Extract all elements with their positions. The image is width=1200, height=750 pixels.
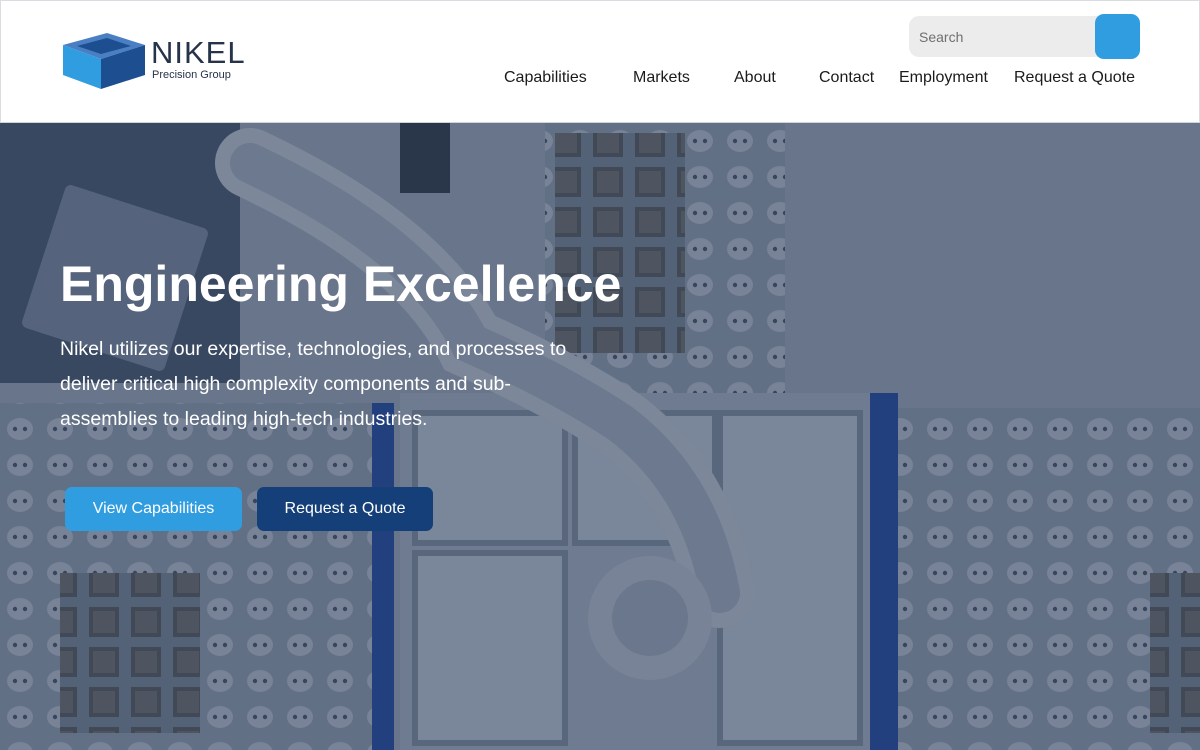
search-button[interactable] (1095, 14, 1140, 59)
search-box (909, 16, 1099, 57)
nav-item-about[interactable]: About (734, 69, 776, 87)
hero-description: Nikel utilizes our expertise, technologi… (60, 338, 567, 430)
nav-item-contact[interactable]: Contact (819, 69, 874, 87)
nav-item-employment[interactable]: Employment (899, 69, 988, 87)
nav-item-request-quote[interactable]: Request a Quote (1014, 69, 1135, 87)
search-input[interactable] (909, 16, 1099, 57)
view-capabilities-button[interactable]: View Capabilities (65, 487, 242, 531)
site-header: NIKEL Precision Group Capabilities Marke… (0, 0, 1200, 123)
nav-item-markets[interactable]: Markets (633, 69, 690, 87)
main-nav: Capabilities Markets About Contact Emplo… (1, 69, 1200, 91)
hero-section: Engineering Excellence Nikel utilizes ou… (0, 123, 1200, 750)
hero-title-light: Engineering (60, 256, 349, 312)
request-quote-button[interactable]: Request a Quote (257, 487, 433, 531)
hero-title-bold: Excellence (362, 256, 622, 312)
nav-item-capabilities[interactable]: Capabilities (504, 69, 587, 87)
brand-name: NIKEL (151, 35, 246, 70)
hero-title: Engineering Excellence (60, 256, 621, 314)
